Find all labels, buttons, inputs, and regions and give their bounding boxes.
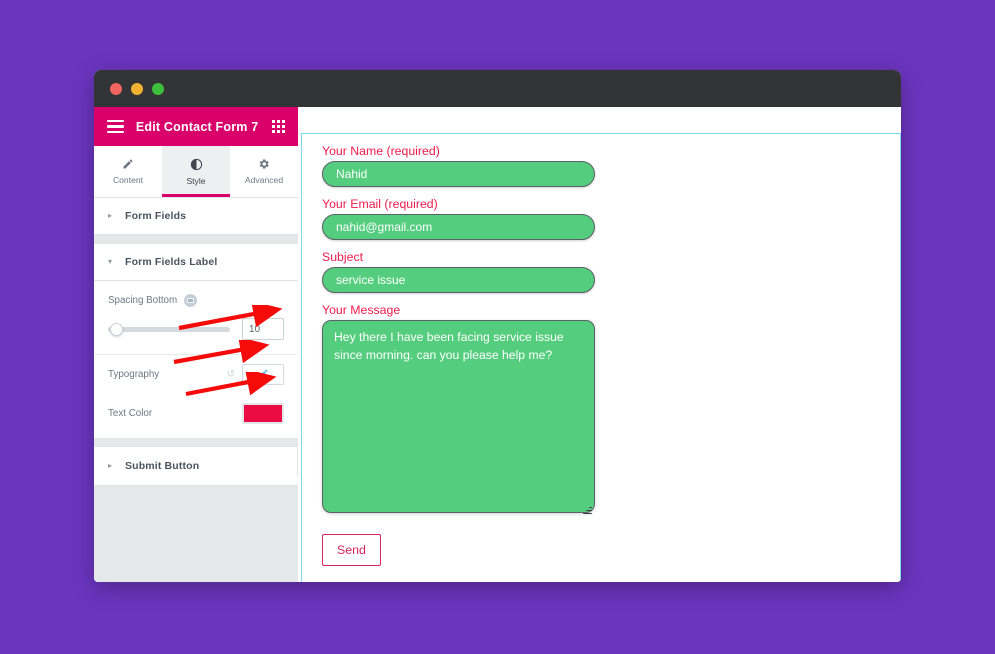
field-label-your-message: Your Message xyxy=(322,303,401,317)
section-submit-button-label: Submit Button xyxy=(125,460,200,472)
section-divider-2 xyxy=(94,438,298,447)
input-your-name[interactable] xyxy=(322,161,595,187)
tab-style[interactable]: Style xyxy=(162,146,230,197)
grid-icon[interactable] xyxy=(272,120,285,133)
field-subject: Subject xyxy=(322,250,595,303)
text-color-swatch[interactable] xyxy=(242,403,284,424)
typography-label: Typography xyxy=(108,369,160,380)
field-your-name: Your Name (required) xyxy=(322,144,595,197)
control-text-color: Text Color xyxy=(94,394,298,438)
section-divider xyxy=(94,235,298,244)
sidebar-empty-area xyxy=(94,486,298,582)
responsive-device-icon[interactable] xyxy=(184,294,198,307)
input-your-message[interactable] xyxy=(322,320,595,513)
typography-edit-button[interactable] xyxy=(242,364,284,385)
text-color-label: Text Color xyxy=(108,408,153,419)
close-window-button[interactable] xyxy=(110,82,122,95)
contrast-icon xyxy=(190,158,203,171)
section-form-fields[interactable]: ▸ Form Fields xyxy=(94,198,298,235)
window-titlebar xyxy=(94,70,901,107)
slider-track xyxy=(108,326,230,332)
tab-advanced-label: Advanced xyxy=(244,175,284,185)
tab-content-label: Content xyxy=(112,175,144,185)
tab-style-label: Style xyxy=(186,175,206,186)
slider-knob[interactable] xyxy=(110,322,124,336)
sidebar-header: Edit Contact Form 7 xyxy=(94,107,298,146)
section-form-fields-label-title: Form Fields Label xyxy=(125,256,218,268)
section-form-fields-label[interactable]: ▾ Form Fields Label xyxy=(94,244,298,281)
browser-window: Edit Contact Form 7 Content Style Advanc… xyxy=(94,70,901,582)
pencil-icon xyxy=(122,158,134,170)
field-label-subject: Subject xyxy=(322,250,364,264)
chevron-right-icon: ▸ xyxy=(108,211,113,220)
input-your-email[interactable] xyxy=(322,214,595,240)
window-body: Edit Contact Form 7 Content Style Advanc… xyxy=(94,107,901,582)
control-typography: Typography ↺ xyxy=(94,355,298,394)
field-label-your-email: Your Email (required) xyxy=(322,197,438,211)
sidebar-tabs: Content Style Advanced xyxy=(94,146,298,198)
field-your-email: Your Email (required) xyxy=(322,197,595,250)
field-label-your-name: Your Name (required) xyxy=(322,144,440,158)
contact-form: Your Name (required) Your Email (require… xyxy=(322,144,595,566)
pencil-edit-icon xyxy=(258,366,269,384)
section-submit-button[interactable]: ▸ Submit Button xyxy=(94,447,298,486)
page-title: Edit Contact Form 7 xyxy=(135,119,259,134)
section-form-fields-label: Form Fields xyxy=(125,210,187,222)
chevron-right-icon-2: ▸ xyxy=(108,461,113,470)
message-wrapper xyxy=(322,320,595,534)
spacing-bottom-label-row: Spacing Bottom xyxy=(108,294,284,307)
spacing-bottom-label: Spacing Bottom xyxy=(108,295,178,306)
tab-advanced[interactable]: Advanced xyxy=(230,146,298,197)
minimize-window-button[interactable] xyxy=(131,82,143,95)
send-button[interactable]: Send xyxy=(322,534,381,566)
spacing-bottom-slider[interactable] xyxy=(108,322,230,336)
maximize-window-button[interactable] xyxy=(152,82,164,95)
reset-icon[interactable]: ↺ xyxy=(227,369,235,380)
spacing-bottom-slider-row xyxy=(108,318,284,340)
control-spacing-bottom: Spacing Bottom xyxy=(94,281,298,355)
input-subject[interactable] xyxy=(322,267,595,293)
gear-icon xyxy=(258,158,270,170)
form-preview-canvas: Your Name (required) Your Email (require… xyxy=(298,107,901,582)
spacing-bottom-input[interactable] xyxy=(242,318,284,340)
chevron-down-icon: ▾ xyxy=(108,257,113,266)
tab-content[interactable]: Content xyxy=(94,146,162,197)
editor-sidebar: Edit Contact Form 7 Content Style Advanc… xyxy=(94,107,306,582)
field-your-message: Your Message xyxy=(322,303,595,534)
